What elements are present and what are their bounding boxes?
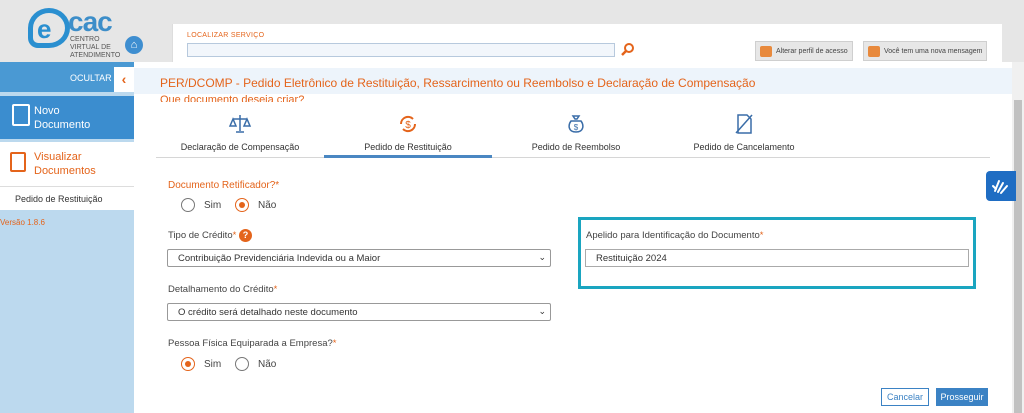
chevron-down-icon: ⌄ (538, 306, 546, 316)
detalhamento-select[interactable]: O crédito será detalhado neste documento… (167, 303, 551, 321)
tab-label: Pedido de Restituição (364, 142, 452, 152)
sidebar-item-view-documents[interactable]: Visualizar Documentos (0, 142, 134, 186)
page-title: PER/DCOMP - Pedido Eletrônico de Restitu… (160, 76, 756, 90)
tipo-credito-select[interactable]: Contribuição Previdenciária Indevida ou … (167, 249, 551, 267)
proceed-button[interactable]: Prosseguir (936, 388, 988, 406)
top-header: e cac CENTRO VIRTUAL DE ATENDIMENTO ⌂ LO… (0, 0, 1024, 62)
pessoa-fisica-nao-label: Não (258, 359, 277, 370)
pessoa-fisica-label: Pessoa Física Equiparada a Empresa?* (168, 338, 337, 349)
envelope-icon (868, 45, 880, 57)
page-title-bar: PER/DCOMP - Pedido Eletrônico de Restitu… (134, 68, 1012, 94)
apelido-input[interactable]: Restituição 2024 (585, 249, 969, 267)
chevron-left-icon[interactable]: ‹ (114, 67, 134, 92)
ecac-logo[interactable]: e cac CENTRO VIRTUAL DE ATENDIMENTO (14, 2, 120, 59)
retificador-sim-radio[interactable] (181, 198, 195, 212)
apelido-label: Apelido para Identificação do Documento* (586, 230, 764, 241)
search-panel: LOCALIZAR SERVIÇO Alterar perfil de aces… (172, 24, 1002, 62)
money-bag-icon: $ (568, 115, 584, 133)
users-icon (760, 45, 772, 57)
home-icon[interactable]: ⌂ (125, 36, 143, 54)
new-document-icon (12, 104, 30, 126)
cancel-button[interactable]: Cancelar (881, 388, 929, 406)
retificador-label: Documento Retificador?* (168, 180, 280, 191)
main-content: PER/DCOMP - Pedido Eletrônico de Restitu… (134, 62, 1012, 413)
sidebar: OCULTAR ‹ Novo Documento Visualizar Docu… (0, 62, 134, 413)
messages-label: Você tem uma nova mensagem (884, 47, 983, 55)
tab-pedido-reembolso[interactable]: $ Pedido de Reembolso (492, 102, 660, 158)
hide-sidebar-label: OCULTAR (70, 73, 112, 83)
search-icon[interactable] (621, 42, 635, 56)
hide-sidebar-bar[interactable]: OCULTAR ‹ (0, 62, 134, 92)
logo-text: cac (68, 6, 113, 37)
svg-text:$: $ (405, 120, 411, 131)
tipo-credito-label: Tipo de Crédito* (168, 230, 237, 241)
sidebar-item-new-document[interactable]: Novo Documento (0, 96, 134, 139)
detalhamento-label: Detalhamento do Crédito* (168, 284, 278, 295)
search-label: LOCALIZAR SERVIÇO (187, 32, 265, 39)
accessibility-hands-icon[interactable] (986, 171, 1016, 201)
tab-declaracao-compensacao[interactable]: Declaração de Compensação (156, 102, 324, 158)
tab-label: Pedido de Reembolso (531, 142, 621, 152)
tab-pedido-cancelamento[interactable]: Pedido de Cancelamento (660, 102, 828, 158)
change-profile-button[interactable]: Alterar perfil de acesso (755, 41, 853, 61)
svg-text:$: $ (574, 123, 579, 132)
retificador-sim-label: Sim (204, 200, 222, 211)
tab-pedido-restituicao[interactable]: $ Pedido de Restituição (324, 102, 492, 158)
chevron-down-icon: ⌄ (538, 252, 546, 262)
logo-subtitle: CENTRO VIRTUAL DE ATENDIMENTO (70, 36, 121, 59)
scrollbar-thumb[interactable] (1014, 100, 1022, 413)
search-input[interactable] (187, 43, 615, 57)
document-type-tabs: Declaração de Compensação $ Pedido de Re… (156, 102, 990, 158)
sidebar-item-label: Visualizar Documentos (34, 151, 96, 177)
sidebar-item-label: Novo Documento (34, 105, 91, 131)
view-documents-icon (10, 152, 26, 172)
pessoa-fisica-sim-radio[interactable] (181, 357, 195, 371)
logo-e-mark: e (28, 8, 70, 48)
tab-label: Declaração de Compensação (180, 142, 300, 152)
help-icon[interactable]: ? (239, 229, 252, 242)
document-question: Que documento deseja criar? (160, 94, 305, 102)
version-label: Versão 1.8.6 (0, 218, 45, 227)
cancel-doc-icon (735, 114, 753, 134)
sidebar-item-current[interactable]: Pedido de Restituição (0, 186, 134, 210)
hand-icon (992, 180, 1008, 194)
change-profile-label: Alterar perfil de acesso (776, 47, 848, 55)
pessoa-fisica-nao-radio[interactable] (235, 357, 249, 371)
tab-label: Pedido de Cancelamento (693, 142, 795, 152)
messages-button[interactable]: Você tem uma nova mensagem (863, 41, 988, 61)
refund-icon: $ (399, 115, 417, 133)
scrollbar[interactable] (1012, 62, 1024, 413)
scale-icon (228, 115, 252, 133)
retificador-nao-radio[interactable] (235, 198, 249, 212)
pessoa-fisica-sim-label: Sim (204, 359, 222, 370)
retificador-nao-label: Não (258, 200, 277, 211)
